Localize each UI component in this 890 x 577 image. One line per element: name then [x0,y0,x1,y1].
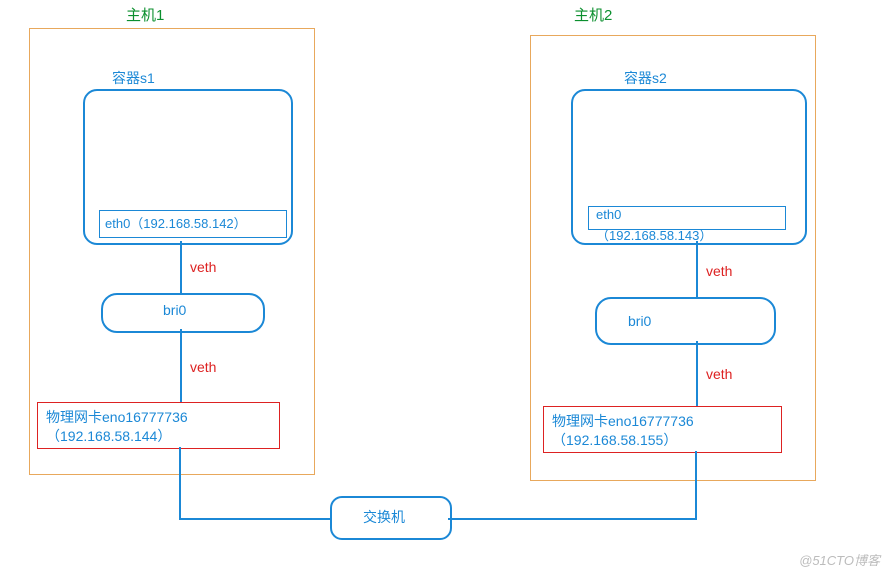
host1-veth-lower: veth [190,359,216,375]
host1-veth-upper: veth [190,259,216,275]
host1-eth-label: eth0（192.168.58.142） [105,213,247,232]
host2-veth-upper: veth [706,263,732,279]
host2-nic-ip: （192.168.58.155） [552,430,677,450]
watermark: @51CTO博客 [799,550,880,569]
host2-container-label: 容器s2 [624,68,667,88]
host1-line-container-bridge [180,241,182,293]
host2-line-bridge-nic [696,341,698,406]
host1-nic-label: 物理网卡eno16777736 [46,407,188,427]
host2-bridge-box [595,297,776,345]
host2-title: 主机2 [574,4,612,25]
host2-veth-lower: veth [706,366,732,382]
host1-line-bridge-nic [180,329,182,402]
host2-eth-label-2: （192.168.58.143） [596,225,712,244]
host2-bridge-label: bri0 [628,313,651,329]
host2-eth-label-1: eth0 [596,207,621,222]
host1-bridge-label: bri0 [163,302,186,318]
host2-line-container-bridge [696,241,698,297]
host2-nic-label: 物理网卡eno16777736 [552,411,694,431]
host1-container-label: 容器s1 [112,68,155,88]
switch-label: 交换机 [363,507,405,527]
host1-nic-ip: （192.168.58.144） [46,426,171,446]
host1-title: 主机1 [126,4,164,25]
